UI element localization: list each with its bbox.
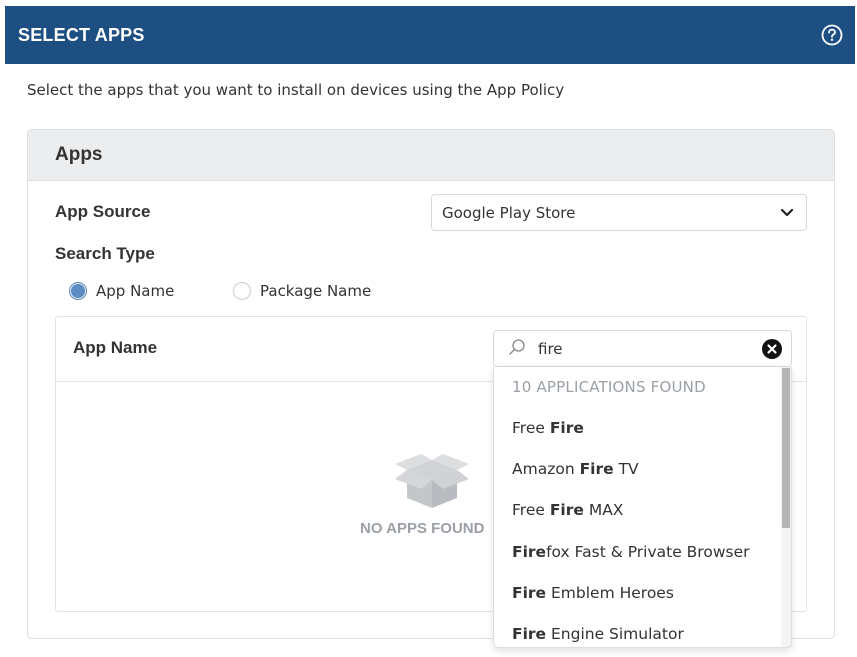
- search-input[interactable]: [538, 339, 762, 358]
- result-item[interactable]: Fire Emblem Heroes: [494, 572, 791, 613]
- radio-app-name[interactable]: App Name: [69, 282, 174, 300]
- panel-title: Apps: [28, 130, 834, 181]
- radio-button-checked[interactable]: [69, 282, 87, 300]
- results-count: 10 APPLICATIONS FOUND: [512, 378, 706, 396]
- result-item-match: Fire: [549, 418, 584, 437]
- result-item[interactable]: Fire fox Fast & Private Browser: [494, 531, 791, 572]
- header-bar: SELECT APPS: [5, 6, 855, 64]
- result-item-match: Fire: [512, 625, 547, 644]
- scrollbar[interactable]: [781, 367, 791, 647]
- result-item-match: Fire: [512, 583, 547, 602]
- empty-state-text: NO APPS FOUND: [360, 520, 485, 537]
- app-source-value: Google Play Store: [442, 203, 576, 222]
- page-description: Select the apps that you want to install…: [27, 81, 565, 99]
- result-item-text: fox Fast & Private Browser: [546, 542, 750, 561]
- page-title: SELECT APPS: [18, 24, 145, 45]
- radio-app-name-label: App Name: [96, 282, 175, 300]
- result-item[interactable]: Fire Engine Simulator: [494, 613, 791, 647]
- radio-package-name-label: Package Name: [260, 282, 372, 300]
- result-item-text: Amazon: [512, 459, 580, 478]
- result-item-match: Fire: [512, 542, 547, 561]
- result-item-text: TV: [613, 459, 639, 478]
- result-item-text: Engine Simulator: [546, 625, 684, 644]
- result-item-match: Fire: [549, 501, 584, 520]
- result-item-text: MAX: [583, 501, 624, 520]
- search-type-label: Search Type: [55, 244, 155, 263]
- search-icon: [508, 338, 526, 360]
- result-item[interactable]: Free Fire MAX: [494, 490, 791, 531]
- results-list: Free Fire Amazon Fire TV Free Fire MAX Fire…: [494, 407, 791, 647]
- empty-box-icon: [395, 454, 469, 508]
- app-search-field[interactable]: [493, 330, 792, 367]
- clear-icon[interactable]: [762, 338, 782, 359]
- help-circle-icon[interactable]: [821, 24, 843, 46]
- result-item[interactable]: Free Fire: [494, 407, 791, 448]
- app-name-label: App Name: [73, 338, 158, 357]
- app-source-label: App Source: [55, 202, 151, 221]
- app-source-select[interactable]: Google Play Store: [431, 194, 807, 231]
- search-results-dropdown: 10 APPLICATIONS FOUND Free Fire Amazon Fi…: [493, 367, 792, 648]
- result-item-text: Emblem Heroes: [546, 583, 674, 602]
- radio-button-unchecked[interactable]: [233, 282, 251, 300]
- result-item-match: Fire: [579, 459, 614, 478]
- result-item-text: Free: [512, 501, 550, 520]
- scrollbar-thumb[interactable]: [782, 368, 790, 528]
- chevron-down-icon: [780, 204, 794, 222]
- result-item-text: Free: [512, 418, 550, 437]
- result-item[interactable]: Amazon Fire TV: [494, 448, 791, 489]
- radio-package-name[interactable]: Package Name: [233, 282, 371, 300]
